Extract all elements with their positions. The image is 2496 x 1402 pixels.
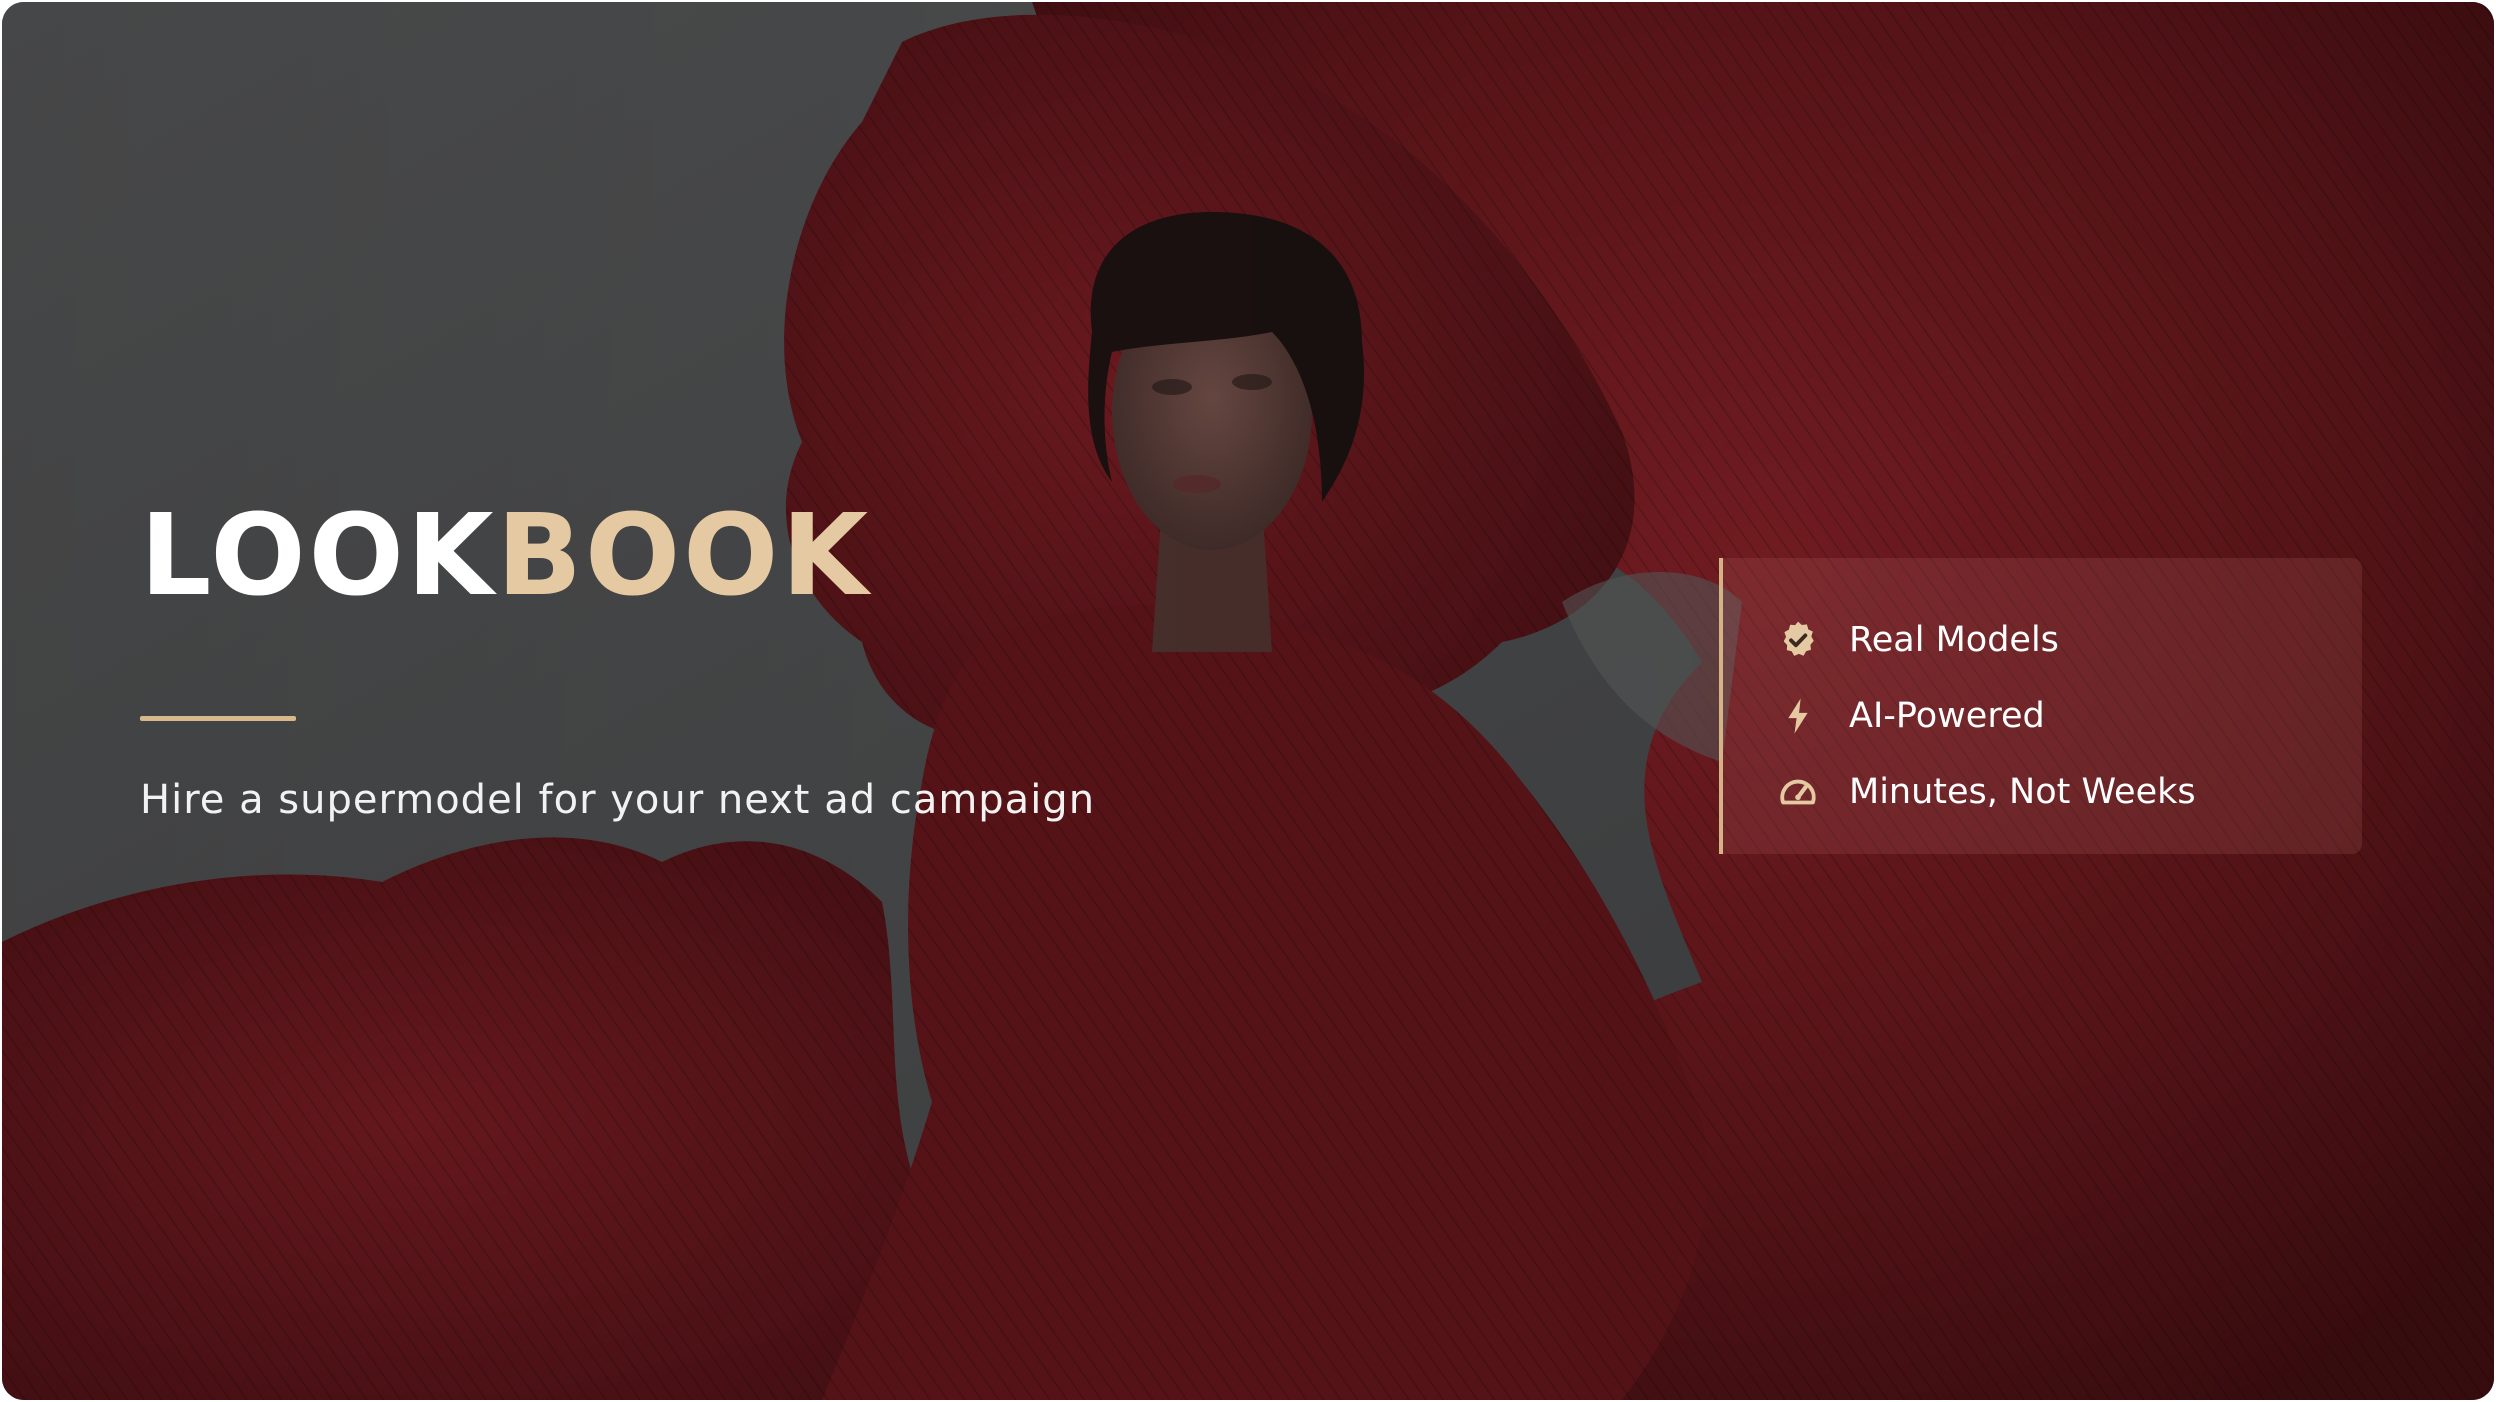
hero-tagline: Hire a supermodel for your next ad campa… — [140, 777, 1096, 823]
brand-title: LOOKBOOK — [140, 500, 871, 612]
feature-label: Real Models — [1849, 620, 2059, 660]
speedometer-icon — [1775, 769, 1821, 815]
hero-slide: LOOKBOOK Hire a supermodel for your next… — [2, 2, 2494, 1400]
feature-label: Minutes, Not Weeks — [1849, 772, 2196, 812]
verified-badge-icon — [1775, 617, 1821, 663]
feature-real-models: Real Models — [1775, 602, 2362, 678]
lightning-bolt-icon — [1775, 693, 1821, 739]
feature-ai-powered: AI-Powered — [1775, 678, 2362, 754]
feature-speed: Minutes, Not Weeks — [1775, 754, 2362, 830]
title-divider — [140, 716, 296, 721]
brand-title-book: BOOK — [496, 491, 872, 621]
brand-title-look: LOOK — [140, 491, 497, 621]
features-panel: Real Models AI-Powered Minutes, Not Week… — [1719, 558, 2362, 854]
feature-label: AI-Powered — [1849, 696, 2045, 736]
